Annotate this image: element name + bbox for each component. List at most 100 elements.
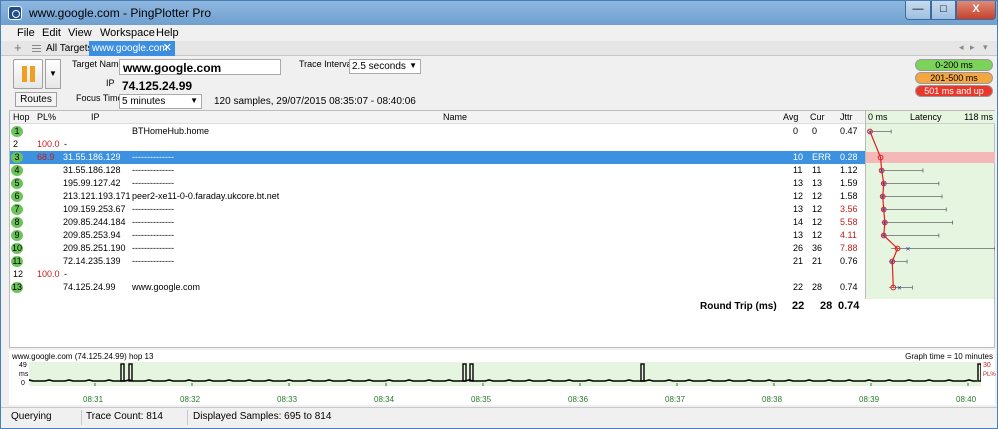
cell-ip: -	[64, 269, 67, 279]
latency-current-marker: ×	[868, 128, 873, 137]
graph-y-min: 0	[21, 380, 25, 387]
table-row[interactable]: 12 100.0-	[10, 268, 865, 281]
cell-name: BTHomeHub.home	[132, 126, 210, 136]
trace-interval-value: 2.5 seconds	[352, 61, 406, 72]
menu-help[interactable]: Help	[156, 27, 179, 39]
table-row[interactable]: 8 209.85.244.184 -------------- 14 12 5.58	[10, 216, 865, 229]
menu-file[interactable]: File	[17, 27, 35, 39]
cell-pl: 68.9	[37, 152, 55, 162]
table-row[interactable]: 1 BTHomeHub.home 0 0 0.47	[10, 125, 865, 138]
col-name[interactable]: Name	[443, 112, 467, 122]
trace-controls: ▼ Routes Target Name www.google.com IP 7…	[1, 57, 997, 110]
cell-name: --------------	[132, 230, 174, 240]
cell-cur: 21	[812, 256, 823, 266]
cell-cur: 12	[812, 204, 823, 214]
tab-scroll-left-icon[interactable]: ◂	[959, 42, 964, 53]
latency-current-marker: ×	[881, 206, 886, 215]
status-bar: Querying Trace Count: 814 Displayed Samp…	[1, 407, 997, 428]
graph-time-tick: 08:39	[859, 395, 880, 404]
cell-avg: 21	[793, 256, 804, 266]
col-hop[interactable]: Hop	[13, 112, 30, 122]
latency-current-marker: ×	[880, 193, 885, 202]
window-title: www.google.com - PingPlotter Pro	[29, 6, 212, 20]
tab-google[interactable]: www.google.com ✕	[89, 41, 175, 56]
table-row[interactable]: 9 209.85.253.94 -------------- 13 12 4.11	[10, 229, 865, 242]
tab-close-icon[interactable]: ✕	[163, 41, 172, 54]
cell-avg: 10	[793, 152, 804, 162]
cell-avg: 0	[793, 126, 799, 136]
graph-time-tick: 08:35	[471, 395, 492, 404]
cell-name: peer2-xe11-0-0.faraday.ukcore.bt.net	[132, 191, 280, 201]
cell-name: --------------	[132, 256, 174, 266]
col-cur[interactable]: Cur	[810, 112, 825, 122]
cell-cur: 12	[812, 230, 823, 240]
latency-current-marker: ×	[881, 180, 886, 189]
graph-y-unit: ms	[19, 371, 29, 378]
pause-dropdown-button[interactable]: ▼	[45, 59, 61, 89]
graph-pl-unit: PL%	[983, 372, 996, 378]
cell-cur: 12	[812, 191, 823, 201]
cell-jttr: 0.47	[840, 126, 858, 136]
pause-button[interactable]	[13, 59, 43, 89]
status-divider	[81, 410, 82, 425]
cell-hop: 1	[11, 126, 23, 137]
cell-name: --------------	[132, 243, 174, 253]
table-row[interactable]: 2 100.0-	[10, 138, 865, 151]
col-jttr[interactable]: Jttr	[840, 112, 853, 122]
cell-ip: 31.55.186.128	[63, 165, 121, 175]
chevron-down-icon: ▼	[409, 61, 417, 70]
table-row[interactable]: 13 74.125.24.99 www.google.com 22 28 0.74	[10, 281, 865, 294]
graph-plot-area[interactable]	[29, 362, 981, 386]
cell-jttr: 0.76	[840, 256, 858, 266]
cell-jttr: 1.12	[840, 165, 858, 175]
col-ip[interactable]: IP	[91, 112, 100, 122]
cell-jttr: 0.28	[840, 152, 858, 162]
tab-scroll-right-icon[interactable]: ▸	[970, 42, 975, 53]
tab-all-targets[interactable]: All Targets	[46, 43, 93, 54]
latency-current-marker: ×	[897, 284, 902, 293]
cell-ip: 74.125.24.99	[63, 282, 116, 292]
minimize-button[interactable]: —	[905, 1, 931, 20]
cell-hop: 6	[11, 191, 23, 202]
close-button[interactable]: X	[956, 1, 996, 20]
cell-ip: 109.159.253.67	[63, 204, 126, 214]
time-graph: www.google.com (74.125.24.99) hop 13 Gra…	[9, 350, 996, 405]
cell-hop: 13	[11, 282, 23, 293]
graph-trace	[29, 363, 981, 386]
maximize-button[interactable]: □	[931, 1, 956, 20]
target-name-field[interactable]: www.google.com	[119, 59, 281, 75]
table-row[interactable]: 4 31.55.186.128 -------------- 11 11 1.12	[10, 164, 865, 177]
table-row[interactable]: 7 109.159.253.67 -------------- 13 12 3.56	[10, 203, 865, 216]
menu-workspace[interactable]: Workspace	[100, 27, 155, 39]
focus-time-select[interactable]: 5 minutes ▼	[119, 94, 202, 109]
table-row[interactable]: 6 213.121.193.171 peer2-xe11-0-0.faraday.u…	[10, 190, 865, 203]
round-trip-label: Round Trip (ms)	[700, 301, 777, 312]
tab-menu-icon[interactable]: ▾	[983, 42, 988, 53]
add-tab-icon[interactable]: +	[14, 40, 22, 55]
cell-hop: 11	[11, 256, 23, 267]
menu-view[interactable]: View	[68, 27, 92, 39]
cell-hop: 5	[11, 178, 23, 189]
cell-name: --------------	[132, 165, 174, 175]
graph-latency-line	[29, 379, 977, 382]
graph-spike	[120, 363, 125, 382]
col-avg[interactable]: Avg	[783, 112, 798, 122]
table-row[interactable]: 5 195.99.127.42 -------------- 13 13 1.59	[10, 177, 865, 190]
cell-jttr: 0.74	[840, 282, 858, 292]
trace-interval-select[interactable]: 2.5 seconds ▼	[349, 59, 421, 74]
menu-edit[interactable]: Edit	[42, 27, 61, 39]
cell-name: --------------	[132, 204, 174, 214]
cell-cur: 28	[812, 282, 823, 292]
cell-name: --------------	[132, 178, 174, 188]
col-pl[interactable]: PL%	[37, 112, 56, 122]
cell-name: --------------	[132, 217, 174, 227]
cell-ip: 209.85.251.190	[63, 243, 126, 253]
table-row[interactable]: 10 209.85.251.190 -------------- 26 36 7.88	[10, 242, 865, 255]
cell-cur: 36	[812, 243, 823, 253]
cell-avg: 22	[793, 282, 804, 292]
cell-jttr: 3.56	[840, 204, 858, 214]
latency-current-marker: ×	[881, 232, 886, 241]
table-row[interactable]: 3 68.9 31.55.186.129 -------------- 10 ERR 0.2…	[10, 151, 865, 164]
routes-button[interactable]: Routes	[15, 92, 57, 107]
table-row[interactable]: 11 72.14.235.139 -------------- 21 21 0.76	[10, 255, 865, 268]
